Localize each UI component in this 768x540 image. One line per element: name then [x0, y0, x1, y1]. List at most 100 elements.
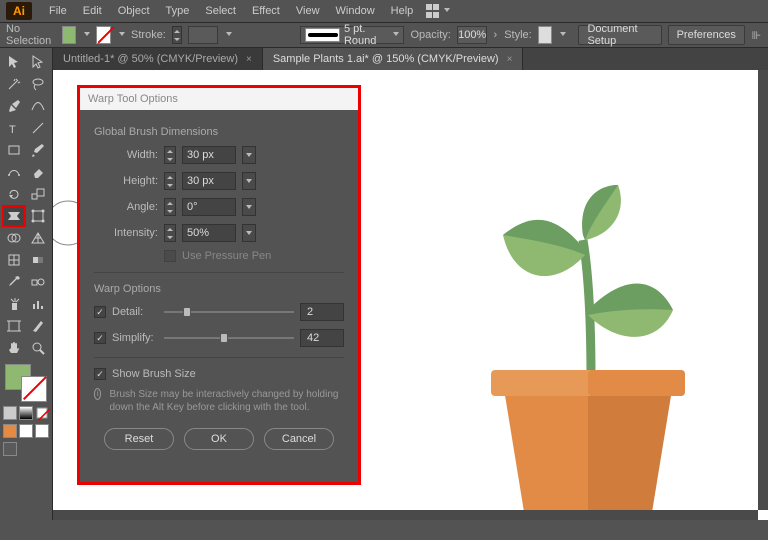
cancel-button[interactable]: Cancel	[264, 428, 334, 450]
height-input[interactable]: 30 px	[182, 172, 236, 190]
detail-slider[interactable]	[164, 305, 294, 319]
vertical-scrollbar[interactable]	[758, 70, 768, 510]
chevron-down-icon[interactable]	[84, 32, 90, 39]
artboard-tool[interactable]	[3, 316, 25, 336]
draw-normal-icon[interactable]	[3, 424, 17, 438]
detail-checkbox[interactable]: ✓	[94, 306, 106, 318]
menu-object[interactable]: Object	[111, 2, 157, 20]
close-icon[interactable]: ×	[246, 54, 252, 65]
tab-label: Sample Plants 1.ai* @ 150% (CMYK/Preview…	[273, 53, 499, 65]
menu-file[interactable]: File	[42, 2, 74, 20]
angle-input[interactable]: 0°	[182, 198, 236, 216]
height-dropdown[interactable]	[242, 172, 256, 190]
detail-value[interactable]: 2	[300, 303, 344, 321]
scale-tool[interactable]	[27, 184, 49, 204]
color-mode-row	[3, 406, 49, 420]
simplify-checkbox[interactable]: ✓	[94, 332, 106, 344]
line-tool[interactable]	[27, 118, 49, 138]
gradient-tool[interactable]	[27, 250, 49, 270]
menu-type[interactable]: Type	[159, 2, 197, 20]
height-stepper[interactable]	[164, 172, 176, 190]
simplify-label: Simplify:	[112, 332, 158, 344]
slice-tool[interactable]	[27, 316, 49, 336]
chevron-down-icon[interactable]	[226, 32, 232, 39]
eraser-tool[interactable]	[27, 162, 49, 182]
menu-window[interactable]: Window	[329, 2, 382, 20]
intensity-dropdown[interactable]	[242, 224, 256, 242]
angle-stepper[interactable]	[164, 198, 176, 216]
opacity-input[interactable]: 100%	[457, 26, 488, 44]
gradient-mode-icon[interactable]	[19, 406, 33, 420]
menu-edit[interactable]: Edit	[76, 2, 109, 20]
fill-swatch[interactable]	[62, 26, 77, 44]
rectangle-tool[interactable]	[3, 140, 25, 160]
column-graph-tool[interactable]	[27, 294, 49, 314]
screen-mode-icon[interactable]	[3, 442, 17, 456]
brush-preset-label: 5 pt. Round	[344, 23, 388, 47]
free-transform-tool[interactable]	[27, 206, 49, 226]
stroke-color-swatch[interactable]	[21, 376, 47, 402]
intensity-input[interactable]: 50%	[182, 224, 236, 242]
magic-wand-tool[interactable]	[3, 74, 25, 94]
align-icon[interactable]: ⊪	[751, 28, 762, 42]
draw-behind-icon[interactable]	[19, 424, 33, 438]
lasso-tool[interactable]	[27, 74, 49, 94]
preferences-button[interactable]: Preferences	[668, 25, 745, 45]
shape-builder-tool[interactable]	[3, 228, 25, 248]
type-tool[interactable]: T	[3, 118, 25, 138]
direct-selection-tool[interactable]	[27, 52, 49, 72]
document-tab[interactable]: Untitled-1* @ 50% (CMYK/Preview)×	[53, 48, 263, 70]
menu-help[interactable]: Help	[384, 2, 421, 20]
chevron-down-icon	[444, 8, 451, 15]
chevron-down-icon[interactable]	[119, 32, 125, 39]
symbol-sprayer-tool[interactable]	[3, 294, 25, 314]
reset-button[interactable]: Reset	[104, 428, 174, 450]
fill-stroke-indicator[interactable]	[3, 364, 49, 402]
ok-button[interactable]: OK	[184, 428, 254, 450]
workspace-switcher-icon[interactable]	[426, 4, 440, 18]
simplify-value[interactable]: 42	[300, 329, 344, 347]
toolbox: T	[0, 48, 53, 520]
warp-tool[interactable]	[3, 206, 25, 226]
simplify-slider[interactable]	[164, 331, 294, 345]
paintbrush-tool[interactable]	[27, 140, 49, 160]
intensity-stepper[interactable]	[164, 224, 176, 242]
show-brush-checkbox[interactable]: ✓	[94, 368, 106, 380]
stroke-weight-input[interactable]	[188, 26, 219, 44]
brush-size-hint: Brush Size may be interactively changed …	[109, 388, 344, 414]
width-stepper[interactable]	[164, 146, 176, 164]
eyedropper-tool[interactable]	[3, 272, 25, 292]
horizontal-scrollbar[interactable]	[53, 510, 758, 520]
screen-mode-row	[3, 442, 49, 456]
show-brush-label: Show Brush Size	[112, 368, 196, 380]
draw-inside-icon[interactable]	[35, 424, 49, 438]
close-icon[interactable]: ×	[507, 54, 513, 65]
width-input[interactable]: 30 px	[182, 146, 236, 164]
rotate-tool[interactable]	[3, 184, 25, 204]
width-dropdown[interactable]	[242, 146, 256, 164]
stroke-weight-stepper[interactable]	[172, 26, 182, 44]
blend-tool[interactable]	[27, 272, 49, 292]
angle-dropdown[interactable]	[242, 198, 256, 216]
mesh-tool[interactable]	[3, 250, 25, 270]
app-logo: Ai	[6, 2, 32, 20]
style-swatch[interactable]	[538, 26, 553, 44]
pen-tool[interactable]	[3, 96, 25, 116]
document-tab[interactable]: Sample Plants 1.ai* @ 150% (CMYK/Preview…	[263, 48, 524, 70]
chevron-down-icon[interactable]	[560, 32, 566, 39]
menu-select[interactable]: Select	[198, 2, 243, 20]
perspective-grid-tool[interactable]	[27, 228, 49, 248]
none-mode-icon[interactable]	[37, 408, 48, 419]
stroke-label: Stroke:	[131, 29, 166, 41]
shaper-tool[interactable]	[3, 162, 25, 182]
selection-tool[interactable]	[3, 52, 25, 72]
menu-effect[interactable]: Effect	[245, 2, 287, 20]
color-mode-icon[interactable]	[3, 406, 17, 420]
zoom-tool[interactable]	[27, 338, 49, 358]
hand-tool[interactable]	[3, 338, 25, 358]
curvature-tool[interactable]	[27, 96, 49, 116]
stroke-swatch-none[interactable]	[96, 26, 111, 44]
menu-view[interactable]: View	[289, 2, 327, 20]
brush-preset-dropdown[interactable]: 5 pt. Round	[300, 26, 404, 44]
document-setup-button[interactable]: Document Setup	[578, 25, 661, 45]
